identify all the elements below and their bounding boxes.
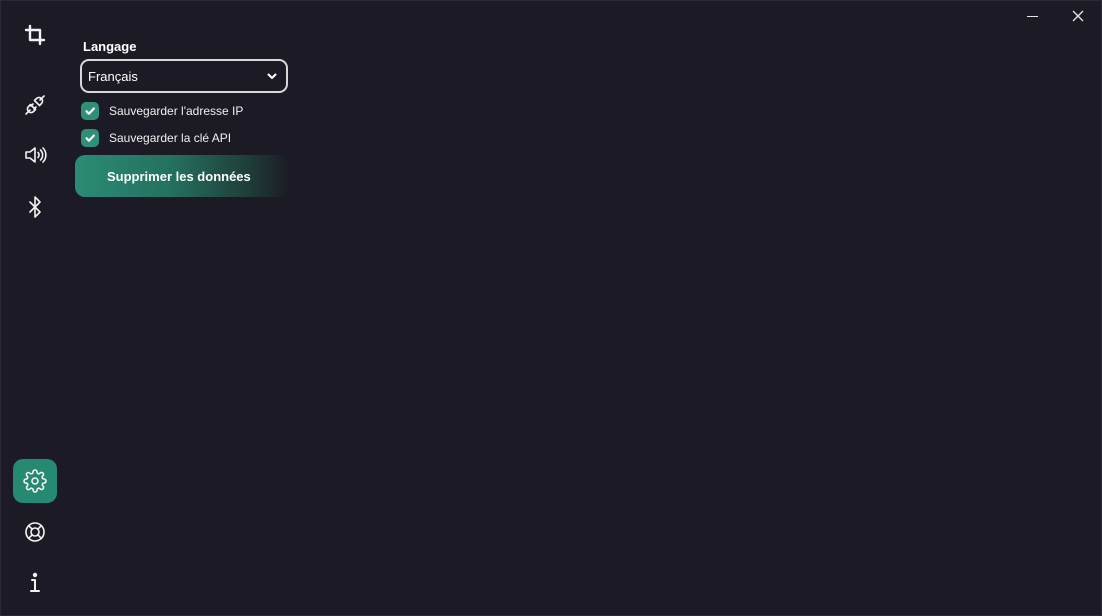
checkmark-icon bbox=[85, 134, 95, 142]
language-select-value: Français bbox=[88, 68, 138, 84]
sidebar bbox=[1, 1, 69, 616]
language-label: Langage bbox=[83, 39, 137, 54]
speaker-icon bbox=[25, 147, 47, 163]
sidebar-item-bluetooth[interactable] bbox=[13, 185, 57, 229]
save-ip-label: Sauvegarder l'adresse IP bbox=[109, 104, 244, 118]
close-icon bbox=[1072, 10, 1084, 22]
delete-data-button[interactable]: Supprimer les données bbox=[75, 155, 289, 197]
sidebar-item-info[interactable] bbox=[13, 561, 57, 605]
save-ip-checkbox[interactable] bbox=[81, 102, 99, 120]
sidebar-item-help[interactable] bbox=[13, 510, 57, 554]
gear-icon bbox=[23, 469, 47, 493]
save-ip-option[interactable]: Sauvegarder l'adresse IP bbox=[81, 102, 243, 120]
save-api-key-label: Sauvegarder la clé API bbox=[109, 131, 232, 145]
checkmark-icon bbox=[85, 107, 95, 115]
save-api-key-option[interactable]: Sauvegarder la clé API bbox=[81, 129, 231, 147]
sidebar-item-plug[interactable] bbox=[13, 83, 57, 127]
crop-icon bbox=[24, 24, 46, 46]
info-icon bbox=[30, 572, 40, 592]
sidebar-item-sound[interactable] bbox=[13, 133, 57, 177]
chevron-down-icon bbox=[266, 70, 278, 82]
save-api-key-checkbox[interactable] bbox=[81, 129, 99, 147]
plug-icon bbox=[25, 95, 45, 115]
sidebar-item-settings[interactable] bbox=[13, 459, 57, 503]
close-button[interactable] bbox=[1055, 1, 1101, 31]
minimize-button[interactable] bbox=[1009, 1, 1055, 31]
bluetooth-icon bbox=[29, 196, 41, 218]
lifebuoy-icon bbox=[25, 522, 45, 542]
sidebar-item-crop[interactable] bbox=[13, 13, 57, 57]
minimize-icon bbox=[1026, 15, 1038, 17]
language-select[interactable]: Français bbox=[80, 59, 288, 93]
app-window: Langage Français Sauvegarder l'adresse I… bbox=[0, 0, 1102, 616]
